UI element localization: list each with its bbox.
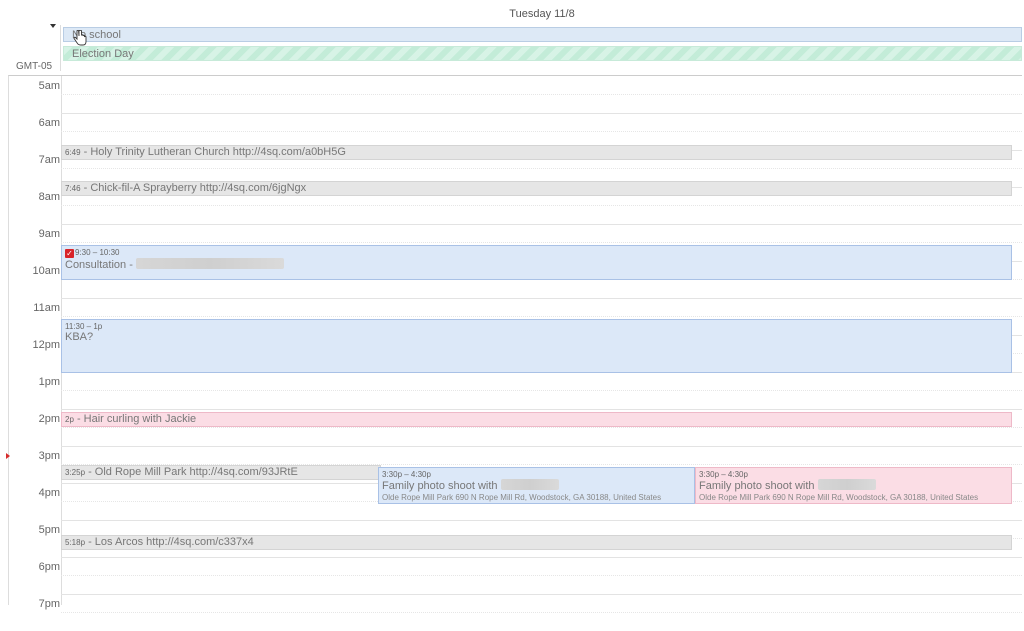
half-hour-line — [61, 390, 1022, 391]
hour-label: 4pm — [38, 487, 60, 499]
hour-label: 8am — [38, 191, 60, 203]
event-title: - Holy Trinity Lutheran Church http://4s… — [80, 146, 346, 158]
event-time: 11:30 – 1p — [65, 322, 103, 331]
hour-row[interactable]: 5am — [9, 76, 1022, 113]
hour-label: 10am — [32, 265, 60, 277]
half-hour-line — [61, 94, 1022, 95]
hour-row[interactable]: 1pm — [9, 372, 1022, 409]
hour-line — [61, 298, 1022, 299]
hour-label: 2pm — [38, 413, 60, 425]
hour-line — [61, 113, 1022, 114]
event-family-photo-2[interactable]: 3:30p – 4:30p Family photo shoot with Ol… — [695, 467, 1012, 504]
half-hour-line — [61, 131, 1022, 132]
allday-event-title: Election Day — [72, 48, 134, 60]
hour-line — [61, 594, 1022, 595]
hour-row[interactable]: 6pm — [9, 557, 1022, 594]
event-time: 3:25p — [65, 468, 86, 477]
event-los-arcos[interactable]: 5:18p - Los Arcos http://4sq.com/c337x4 — [61, 535, 1012, 550]
allday-event-election-day[interactable]: Election Day — [63, 46, 1022, 61]
event-title: - Los Arcos http://4sq.com/c337x4 — [85, 536, 254, 548]
half-hour-line — [61, 316, 1022, 317]
event-title: Family photo shoot with — [699, 479, 1008, 492]
event-title: - Chick-fil-A Sprayberry http://4sq.com/… — [80, 182, 307, 194]
event-time: ✓ 9:30 – 10:30 — [65, 248, 120, 258]
event-title: KBA? — [65, 331, 94, 343]
hour-row[interactable]: 7pm — [9, 594, 1022, 631]
half-hour-line — [61, 168, 1022, 169]
timezone-label: GMT-05 — [16, 61, 53, 72]
hour-label: 6pm — [38, 561, 60, 573]
event-title: Family photo shoot with — [382, 479, 691, 492]
half-hour-line — [61, 242, 1022, 243]
hour-label: 6am — [38, 117, 60, 129]
event-time: 2p — [65, 415, 74, 424]
hour-line — [61, 446, 1022, 447]
event-chick-fil-a[interactable]: 7:46 - Chick-fil-A Sprayberry http://4sq… — [61, 181, 1012, 196]
event-hair-curling[interactable]: 2p - Hair curling with Jackie — [61, 412, 1012, 427]
redacted-name — [500, 479, 559, 490]
allday-event-no-school[interactable]: No school — [63, 27, 1022, 42]
hour-label: 5pm — [38, 524, 60, 536]
event-old-rope-mill[interactable]: 3:25p - Old Rope Mill Park http://4sq.co… — [61, 465, 381, 480]
event-time: 6:49 — [65, 148, 81, 157]
current-time-marker — [6, 453, 10, 459]
hour-label: 9am — [38, 228, 60, 240]
event-family-photo-1[interactable]: 3:30p – 4:30p Family photo shoot with Ol… — [378, 467, 695, 504]
hour-line — [61, 224, 1022, 225]
event-consultation[interactable]: ✓ 9:30 – 10:30 Consultation - — [61, 245, 1012, 280]
event-location: Olde Rope Mill Park 690 N Rope Mill Rd, … — [699, 493, 979, 502]
half-hour-line — [61, 427, 1022, 428]
hour-label: 7pm — [38, 598, 60, 610]
event-location: Olde Rope Mill Park 690 N Rope Mill Rd, … — [382, 493, 662, 502]
redacted-name — [135, 258, 284, 269]
event-time: 7:46 — [65, 184, 81, 193]
hour-line — [61, 409, 1022, 410]
event-kba[interactable]: 11:30 – 1p KBA? — [61, 319, 1012, 373]
collapse-arrow-icon[interactable] — [50, 24, 56, 28]
hour-label: 11am — [33, 302, 60, 314]
reminder-icon: ✓ — [65, 249, 74, 258]
half-hour-line — [61, 612, 1022, 613]
event-holy-trinity[interactable]: 6:49 - Holy Trinity Lutheran Church http… — [61, 145, 1012, 160]
day-header[interactable]: Tuesday 11/8 — [60, 8, 1024, 20]
half-hour-line — [61, 575, 1022, 576]
allday-area[interactable]: No school Election Day — [60, 25, 1022, 71]
event-time: 3:30p – 4:30p — [382, 470, 431, 479]
hour-label: 5am — [38, 80, 60, 92]
redacted-name — [817, 479, 876, 490]
hour-line — [61, 557, 1022, 558]
hour-line — [61, 520, 1022, 521]
event-title: - Hair curling with Jackie — [73, 413, 197, 425]
event-time: 3:30p – 4:30p — [699, 470, 748, 479]
hour-label: 12pm — [32, 339, 60, 351]
event-time: 5:18p — [65, 538, 86, 547]
hand-cursor-icon — [73, 30, 87, 46]
half-hour-line — [61, 205, 1022, 206]
hour-label: 1pm — [38, 376, 60, 388]
event-title: - Old Rope Mill Park http://4sq.com/93JR… — [85, 466, 298, 478]
hour-label: 7am — [38, 154, 60, 166]
hour-label: 3pm — [38, 450, 60, 462]
event-title: Consultation - — [65, 258, 1008, 271]
